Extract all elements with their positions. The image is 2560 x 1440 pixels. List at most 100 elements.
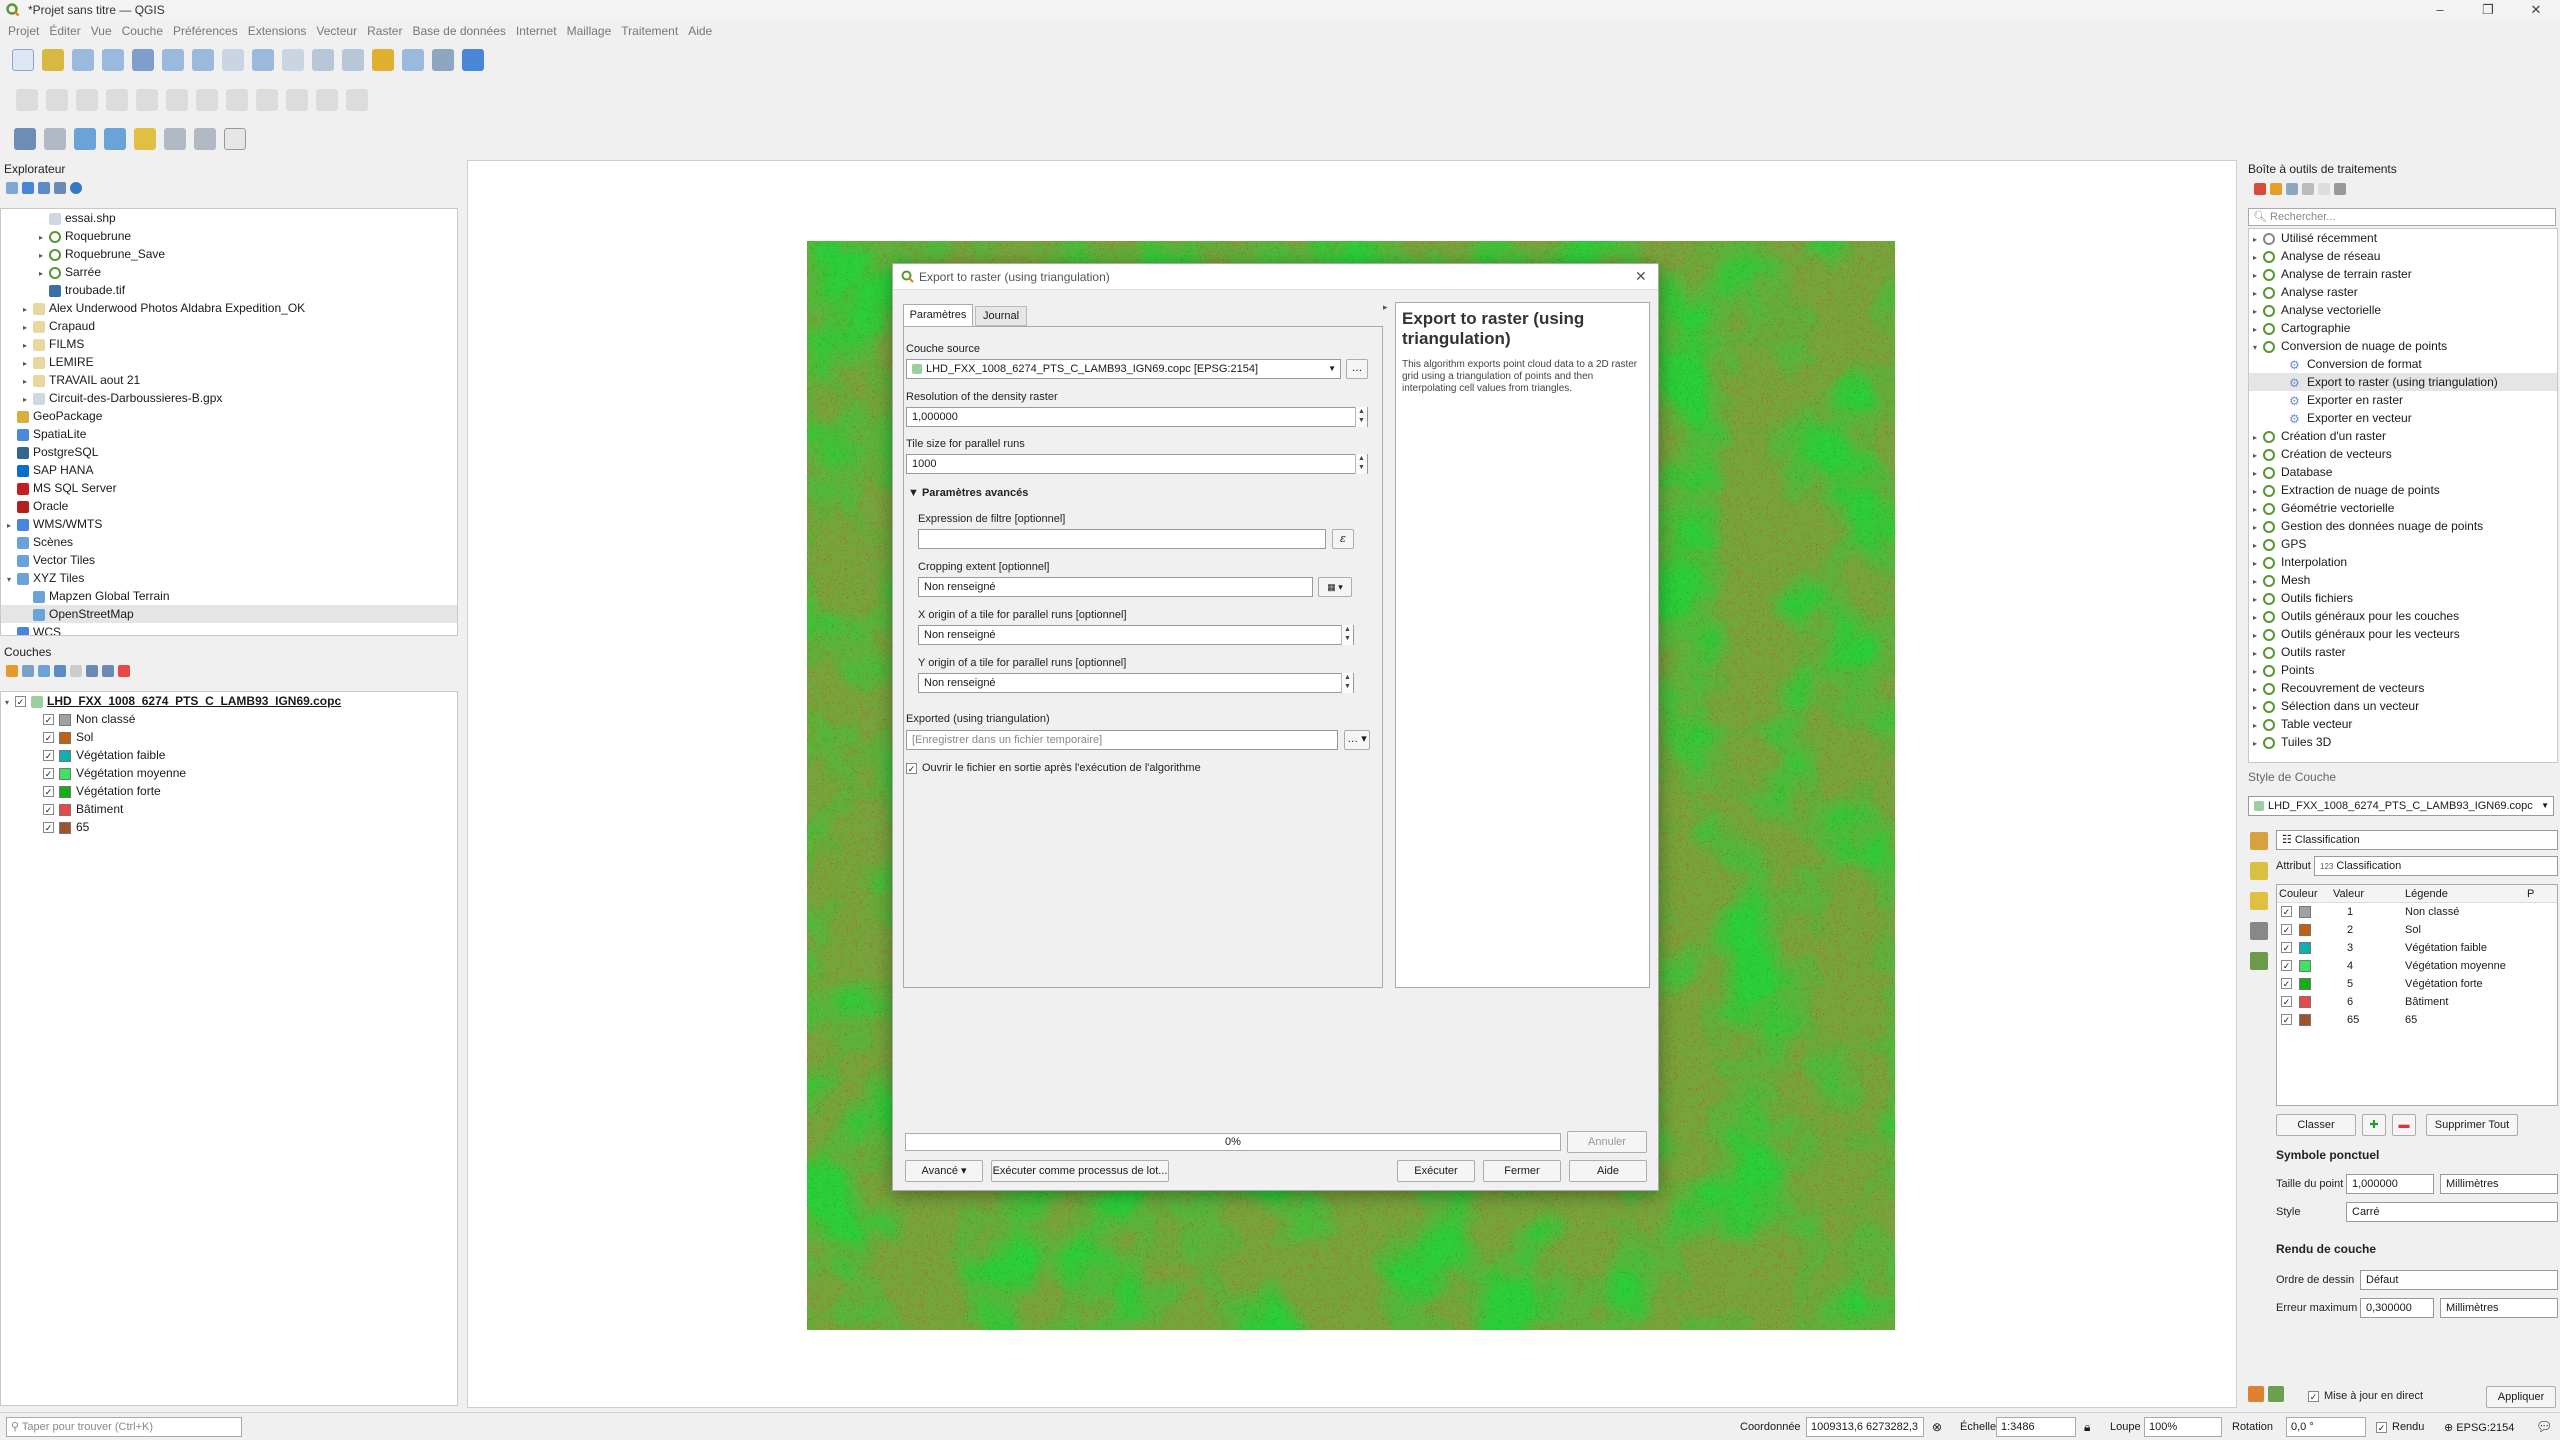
options-icon[interactable]	[2334, 182, 2346, 195]
magnifier-input[interactable]: 100%	[2144, 1417, 2222, 1437]
provider-group[interactable]: ▸ Outils généraux pour les vecteurs	[2249, 625, 2557, 643]
filter-icon[interactable]	[38, 181, 50, 194]
class-visibility-checkbox[interactable]: ✓	[43, 822, 54, 834]
add-feature-icon[interactable]	[106, 89, 128, 111]
scripts-icon[interactable]	[2270, 182, 2282, 195]
provider-group[interactable]: ▸ Sélection dans un vecteur	[2249, 697, 2557, 715]
provider-group[interactable]: ▸ Analyse de terrain raster	[2249, 265, 2557, 283]
class-checkbox[interactable]: ✓	[2281, 906, 2292, 917]
class-color-swatch[interactable]	[2299, 996, 2311, 1008]
temporal-controller-icon[interactable]	[432, 49, 454, 71]
class-checkbox[interactable]: ✓	[2281, 1014, 2292, 1025]
expression-builder-icon[interactable]: ε	[1332, 529, 1354, 549]
rotate-label-icon[interactable]	[194, 128, 216, 150]
output-file-input[interactable]: [Enregistrer dans un fichier temporaire]	[906, 730, 1338, 750]
provider-group[interactable]: ▸ Création de vecteurs	[2249, 445, 2557, 463]
style-layer-select[interactable]: LHD_FXX_1008_6274_PTS_C_LAMB93_IGN69.cop…	[2248, 796, 2554, 816]
close-button[interactable]: Fermer	[1483, 1160, 1561, 1182]
add-class-icon[interactable]: ✚	[2362, 1114, 2386, 1136]
class-table-row[interactable]: ✓ 3 Végétation faible	[2277, 939, 2557, 957]
point-style-select[interactable]: Carré	[2346, 1202, 2558, 1222]
class-table-row[interactable]: ✓ 1 Non classé	[2277, 903, 2557, 921]
menu-raster[interactable]: Raster	[362, 24, 407, 38]
help-button[interactable]: Aide	[1569, 1160, 1647, 1182]
point-size-input[interactable]: 1,000000	[2346, 1174, 2434, 1194]
layer-class-row[interactable]: ✓ Végétation faible	[1, 746, 457, 764]
explorer-item[interactable]: ▸ Sarrée	[1, 263, 457, 281]
attribute-select[interactable]: 123 Classification	[2314, 856, 2558, 876]
batch-process-button[interactable]: Exécuter comme processus de lot...	[991, 1160, 1169, 1182]
redo-icon[interactable]	[346, 89, 368, 111]
explorer-item[interactable]: ▸ TRAVAIL aout 21	[1, 371, 457, 389]
explorer-item[interactable]: ▸ Crapaud	[1, 317, 457, 335]
filter-expression-icon[interactable]	[70, 664, 82, 677]
vertex-tool-icon[interactable]	[136, 89, 158, 111]
undo-icon[interactable]	[316, 89, 338, 111]
class-visibility-checkbox[interactable]: ✓	[43, 804, 54, 816]
resolution-spinner[interactable]: ▲ ▼	[1355, 407, 1367, 427]
provider-group[interactable]: ▸ Table vecteur	[2249, 715, 2557, 733]
explorer-item[interactable]: ▸ FILMS	[1, 335, 457, 353]
source-layer-select[interactable]: LHD_FXX_1008_6274_PTS_C_LAMB93_IGN69.cop…	[906, 359, 1341, 379]
classify-button[interactable]: Classer	[2276, 1114, 2356, 1136]
refresh-explorer-icon[interactable]	[22, 181, 34, 194]
remove-layer-icon[interactable]	[118, 664, 130, 677]
pan-icon[interactable]	[12, 49, 34, 71]
live-update-check-icon[interactable]: ✓	[2308, 1390, 2319, 1402]
zoom-to-layer-icon[interactable]	[192, 49, 214, 71]
y-origin-spinner[interactable]: ▲ ▼	[1341, 673, 1353, 693]
add-group-icon[interactable]	[22, 664, 34, 677]
history-icon[interactable]	[2286, 182, 2298, 195]
col-couleur[interactable]: Couleur	[2279, 885, 2318, 903]
style-manager-tab-icon[interactable]	[2250, 952, 2268, 970]
symbology-tab-icon[interactable]	[2250, 832, 2268, 850]
filter-legend-icon[interactable]	[54, 664, 66, 677]
expand-arrow-icon[interactable]: ▸	[2253, 735, 2263, 753]
class-checkbox[interactable]: ✓	[2281, 942, 2292, 953]
layer-class-row[interactable]: ✓ Sol	[1, 728, 457, 746]
class-visibility-checkbox[interactable]: ✓	[43, 732, 54, 744]
class-visibility-checkbox[interactable]: ✓	[43, 768, 54, 780]
provider-group[interactable]: ▸ Analyse de réseau	[2249, 247, 2557, 265]
menu-couche[interactable]: Couche	[117, 24, 168, 38]
zoom-out-icon[interactable]	[102, 49, 124, 71]
class-color-swatch[interactable]	[2299, 924, 2311, 936]
class-checkbox[interactable]: ✓	[2281, 960, 2292, 971]
expand-arrow-icon[interactable]: ▾	[2253, 339, 2263, 357]
info-icon[interactable]	[70, 181, 82, 194]
explorer-item[interactable]: MS SQL Server	[1, 479, 457, 497]
new-bookmark-icon[interactable]	[372, 49, 394, 71]
provider-group[interactable]: ▸ Recouvrement de vecteurs	[2249, 679, 2557, 697]
resolution-input[interactable]: 1,000000	[906, 407, 1368, 427]
explorer-item[interactable]: troubade.tif	[1, 281, 457, 299]
advanced-button[interactable]: Avancé ▾	[905, 1160, 983, 1182]
provider-group[interactable]: ▸ Outils raster	[2249, 643, 2557, 661]
explorer-item[interactable]: SpatiaLite	[1, 425, 457, 443]
explorer-item[interactable]: Mapzen Global Terrain	[1, 587, 457, 605]
provider-group[interactable]: ▸ Outils généraux pour les couches	[2249, 607, 2557, 625]
move-label-icon[interactable]	[164, 128, 186, 150]
crs-button[interactable]: ⊕ EPSG:2154	[2444, 1421, 2514, 1434]
explorer-item[interactable]: OpenStreetMap	[1, 605, 457, 623]
zoom-to-selection-icon[interactable]	[162, 49, 184, 71]
class-color-swatch[interactable]	[2299, 978, 2311, 990]
zoom-full-icon[interactable]	[132, 49, 154, 71]
explorer-item[interactable]: essai.shp	[1, 209, 457, 227]
zoom-in-icon[interactable]	[72, 49, 94, 71]
explorer-item[interactable]: ▸ Roquebrune	[1, 227, 457, 245]
zoom-native-icon[interactable]	[222, 49, 244, 71]
x-origin-spinner[interactable]: ▲ ▼	[1341, 625, 1353, 645]
class-table-row[interactable]: ✓ 65 65	[2277, 1011, 2557, 1029]
new-3d-map-view-icon[interactable]	[342, 49, 364, 71]
col-legende[interactable]: Légende	[2405, 885, 2448, 903]
explorer-item[interactable]: ▸ Circuit-des-Darboussieres-B.gpx	[1, 389, 457, 407]
provider-group[interactable]: ▸ Mesh	[2249, 571, 2557, 589]
crop-extent-input[interactable]: Non renseigné	[918, 577, 1313, 597]
provider-group[interactable]: ▾ Conversion de nuage de points	[2249, 337, 2557, 355]
current-edits-icon[interactable]	[16, 89, 38, 111]
algorithm-item[interactable]: ⚙ Conversion de format	[2249, 355, 2557, 373]
undo-style-icon[interactable]	[2248, 1386, 2264, 1402]
source-browse-button[interactable]: …	[1346, 359, 1368, 379]
class-checkbox[interactable]: ✓	[2281, 996, 2292, 1007]
show-bookmarks-icon[interactable]	[402, 49, 424, 71]
